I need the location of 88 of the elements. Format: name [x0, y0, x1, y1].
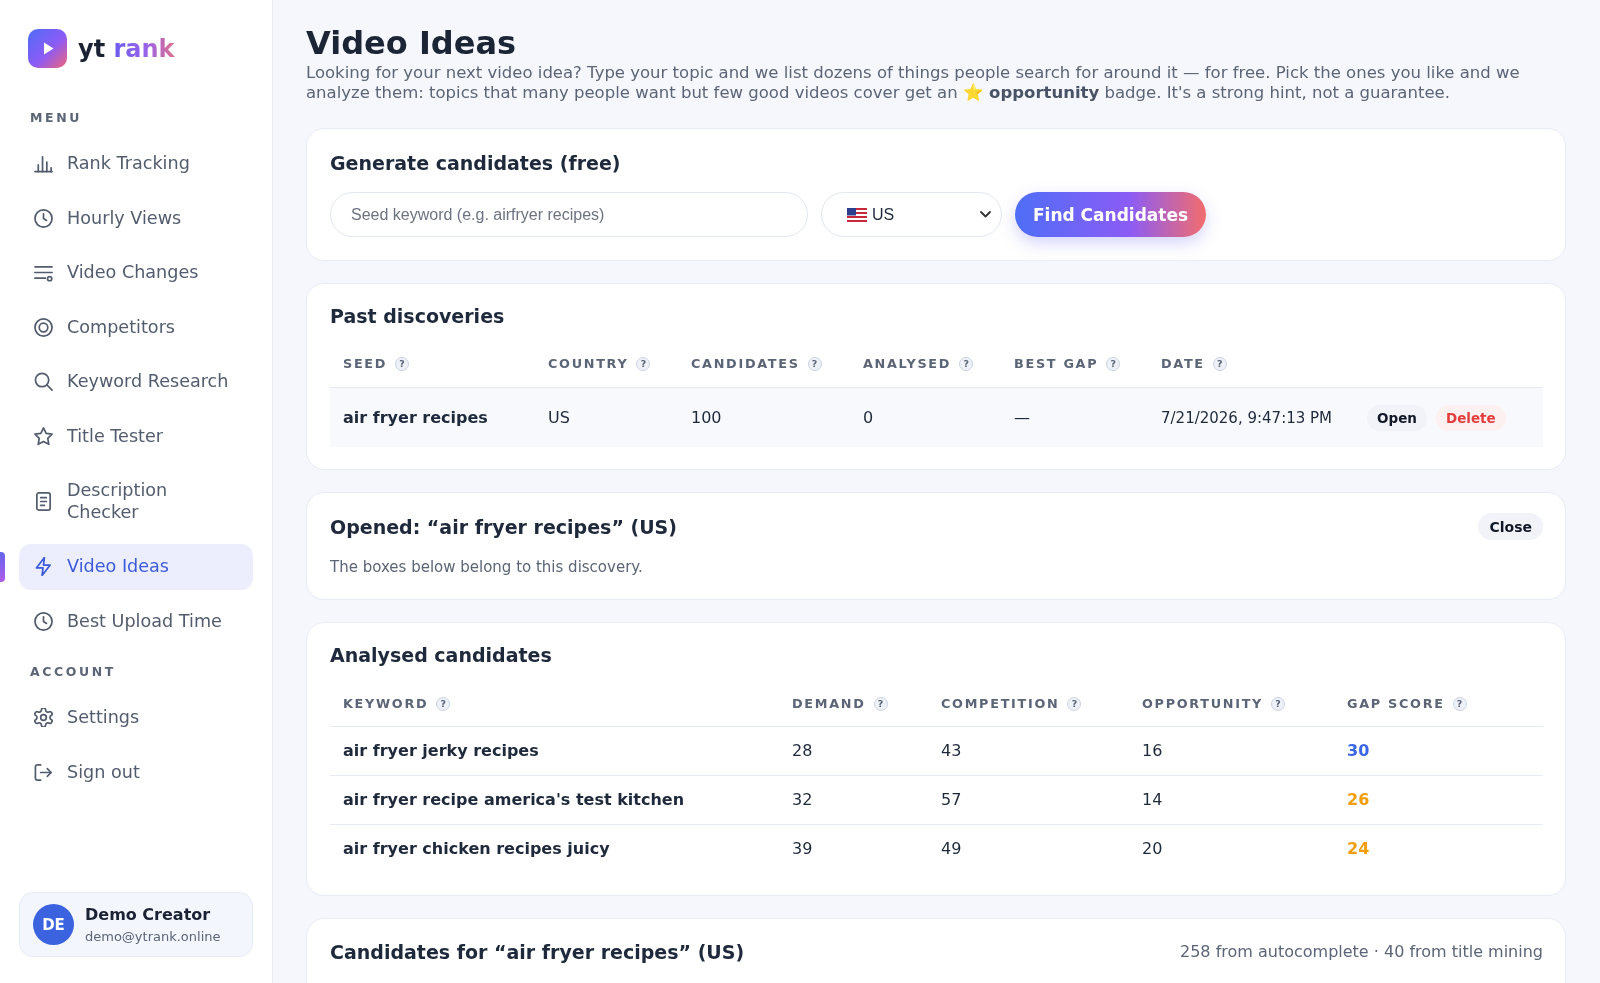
column-header: KEYWORD — [343, 696, 429, 712]
seed-keyword: air fryer recipes — [343, 407, 488, 428]
demand-value: 39 — [792, 839, 813, 859]
competition-value: 43 — [941, 741, 962, 761]
help-icon[interactable]: ? — [1271, 697, 1286, 711]
list-icon — [34, 263, 53, 283]
help-icon[interactable]: ? — [636, 357, 651, 371]
nav-item[interactable]: Best Upload Time — [19, 598, 253, 644]
help-icon[interactable]: ? — [1212, 357, 1227, 371]
nav-item[interactable]: Hourly Views — [19, 195, 253, 241]
competition-value: 57 — [941, 790, 962, 810]
help-icon[interactable]: ? — [1452, 697, 1467, 711]
column-header: DEMAND — [792, 696, 866, 712]
country-code: US — [548, 407, 570, 428]
column-header: COUNTRY — [548, 356, 629, 372]
clock-icon — [34, 208, 53, 228]
nav-item[interactable]: Title Tester — [19, 413, 253, 459]
nav-item[interactable]: Settings — [19, 695, 253, 741]
card-title: Opened: “air fryer recipes” (US) — [330, 514, 677, 539]
user-name: Demo Creator — [85, 904, 212, 925]
user-email: demo@ytrank.online — [85, 927, 221, 945]
column-header: OPPORTUNITY — [1142, 696, 1264, 712]
card-title: Candidates for “air fryer recipes” (US) — [330, 940, 745, 964]
column-header: CANDIDATES — [691, 356, 800, 372]
flag-icon — [847, 207, 867, 222]
bar-chart-icon — [34, 154, 53, 174]
active-indicator — [0, 552, 5, 582]
card-title: Analysed candidates — [330, 643, 553, 667]
column-header: COMPETITION — [941, 696, 1060, 712]
sign-out-icon — [34, 762, 53, 782]
keyword-text: air fryer recipe america's test kitchen — [343, 790, 685, 810]
chevron-down-icon — [980, 211, 991, 218]
card-title: Generate candidates (free) — [330, 151, 622, 175]
candidate-summary: 258 from autocomplete · 40 from title mining — [1180, 942, 1543, 962]
discovery-date: 7/21/2026, 9:47:13 PM — [1161, 407, 1333, 428]
page-description: Looking for your next video idea? Type your topic and we list dozens of things people search for around it — for free. Pick the ones you like and we analyze them: topics that many people want but few good videos cover get an ⭐ opportunity badge. It's a strong hint, not a guarantee. — [306, 63, 1521, 103]
help-icon[interactable]: ? — [873, 697, 888, 711]
target-icon — [34, 317, 53, 337]
delete-button[interactable]: Delete — [1435, 404, 1506, 431]
help-icon[interactable]: ? — [395, 357, 410, 371]
column-header: SEED — [343, 356, 388, 372]
opportunity-value: 16 — [1142, 741, 1163, 761]
card-note: The boxes below belong to this discovery. — [330, 557, 644, 577]
nav-item[interactable]: Rank Tracking — [19, 141, 253, 187]
help-icon[interactable]: ? — [1106, 357, 1121, 371]
demand-value: 32 — [792, 790, 813, 810]
star-icon — [34, 426, 53, 446]
column-header: ANALYSED — [863, 356, 952, 372]
search-icon — [34, 372, 53, 392]
help-icon[interactable]: ? — [959, 357, 974, 371]
gap-score: 24 — [1347, 839, 1370, 859]
close-button[interactable]: Close — [1478, 513, 1543, 540]
country-select[interactable]: US — [821, 192, 1002, 237]
candidate-count: 100 — [691, 407, 722, 428]
demand-value: 28 — [792, 741, 813, 761]
seed-keyword-field[interactable]: Seed keyword (e.g. airfryer recipes) — [330, 192, 808, 237]
clock-icon — [34, 611, 53, 631]
play-logo-icon — [28, 29, 67, 68]
help-icon[interactable]: ? — [436, 697, 451, 711]
opportunity-value: 20 — [1142, 839, 1163, 859]
competition-value: 49 — [941, 839, 962, 859]
nav-item[interactable]: Description Checker — [19, 468, 253, 535]
user-card[interactable]: DE Demo Creator demo@ytrank.online — [19, 892, 253, 957]
nav-item[interactable]: Sign out — [19, 749, 253, 795]
nav-item[interactable]: Video Changes — [19, 250, 253, 296]
lightning-icon — [34, 557, 53, 577]
section-label: MENU — [30, 110, 83, 126]
column-header: DATE — [1161, 356, 1205, 372]
best-gap-value: — — [1014, 407, 1030, 428]
column-header: GAP SCORE — [1347, 696, 1445, 712]
document-icon — [34, 492, 53, 511]
nav-item[interactable]: Competitors — [19, 304, 253, 350]
section-label: ACCOUNT — [30, 664, 117, 680]
card-title: Past discoveries — [330, 304, 506, 328]
analysed-count: 0 — [863, 407, 874, 428]
gap-score: 30 — [1347, 741, 1370, 761]
keyword-text: air fryer jerky recipes — [343, 741, 539, 761]
help-icon[interactable]: ? — [807, 357, 822, 371]
keyword-text: air fryer chicken recipes juicy — [343, 839, 610, 859]
gear-icon — [34, 708, 53, 728]
nav-item[interactable]: Keyword Research — [19, 359, 253, 405]
help-icon[interactable]: ? — [1067, 697, 1082, 711]
column-header: BEST GAP — [1014, 356, 1099, 372]
gap-score: 26 — [1347, 790, 1370, 810]
page-title: Video Ideas — [306, 23, 518, 63]
avatar: DE — [33, 904, 74, 945]
opportunity-value: 14 — [1142, 790, 1163, 810]
open-button[interactable]: Open — [1367, 404, 1427, 431]
